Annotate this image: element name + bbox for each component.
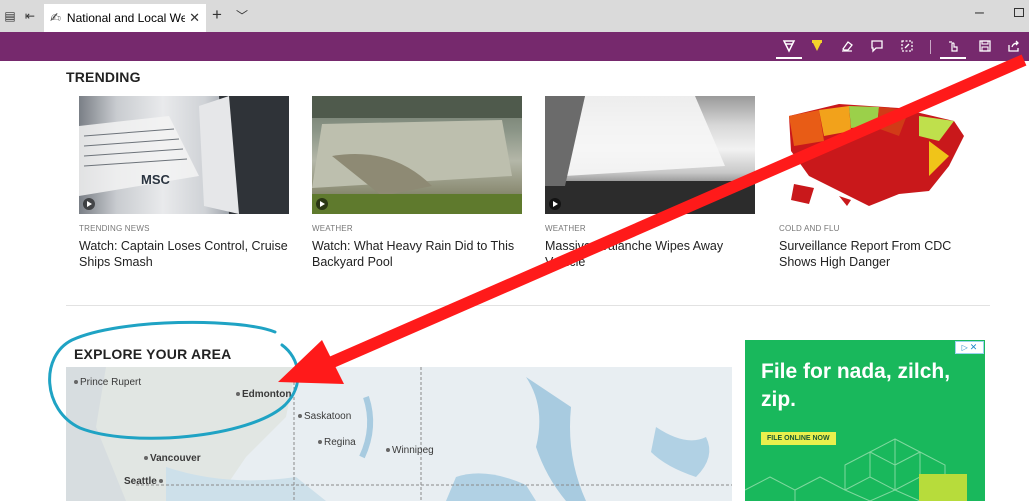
add-note-icon[interactable] (866, 36, 888, 56)
browser-tab[interactable]: ✍ National and Local Wea ✕ (44, 4, 206, 32)
tab-preview-icon[interactable]: ▤ (0, 0, 20, 32)
map-city-label: Seattle (124, 476, 165, 487)
tab-title: National and Local Wea (66, 11, 186, 25)
highlighter-icon[interactable] (806, 36, 828, 56)
pen-tool-icon[interactable] (776, 36, 802, 59)
trending-card[interactable]: WEATHER Watch: What Heavy Rain Did to Th… (312, 96, 522, 270)
section-divider (66, 305, 990, 306)
map-city-label: Saskatoon (298, 411, 351, 422)
card-category: WEATHER (545, 224, 586, 233)
cruise-ship-thumbnail[interactable]: MSC (79, 96, 289, 214)
trending-card[interactable]: COLD AND FLU Surveillance Report From CD… (779, 96, 989, 270)
card-headline[interactable]: Watch: Captain Loses Control, Cruise Shi… (79, 238, 289, 270)
card-headline[interactable]: Watch: What Heavy Rain Did to This Backy… (312, 238, 522, 270)
touch-write-icon[interactable] (940, 36, 966, 59)
ad-brand-block (919, 474, 967, 501)
trending-title: TRENDING (66, 69, 141, 85)
backyard-pool-thumbnail[interactable] (312, 96, 522, 214)
map-city-label: Edmonton (236, 389, 291, 400)
map-city-label: Regina (318, 437, 356, 448)
card-category: TRENDING NEWS (79, 224, 150, 233)
card-headline[interactable]: Surveillance Report From CDC Shows High … (779, 238, 989, 270)
avalanche-thumbnail[interactable] (545, 96, 755, 214)
map-city-label: Prince Rupert (74, 377, 141, 388)
eraser-icon[interactable] (836, 36, 858, 56)
play-icon (316, 198, 328, 210)
clip-icon[interactable] (896, 36, 918, 56)
minimize-icon[interactable]: – (975, 4, 984, 22)
web-note-toolbar (0, 32, 1029, 61)
close-icon[interactable]: ✕ (189, 10, 200, 26)
save-icon[interactable] (974, 36, 996, 56)
explore-title: EXPLORE YOUR AREA (74, 346, 232, 362)
adchoices-icon[interactable]: ▷ (962, 343, 968, 352)
ad-choices-badge[interactable]: ▷ ✕ (955, 341, 984, 354)
map-city-label: Vancouver (144, 453, 201, 464)
trending-card[interactable]: MSC TRENDING NEWS Watch: Captain Loses C… (79, 96, 289, 270)
card-headline[interactable]: Massive Avalanche Wipes Away Vehicle (545, 238, 755, 270)
regional-map[interactable]: Prince Rupert Edmonton Saskatoon Regina … (66, 367, 732, 501)
card-category: WEATHER (312, 224, 353, 233)
chevron-down-icon[interactable]: ﹀ (236, 7, 248, 24)
play-icon (549, 198, 561, 210)
set-aside-icon[interactable]: ⇤ (20, 0, 40, 32)
card-category: COLD AND FLU (779, 224, 840, 233)
map-city-label: Winnipeg (386, 445, 434, 456)
close-icon[interactable]: ✕ (970, 342, 978, 353)
share-icon[interactable] (1003, 36, 1025, 56)
trending-card[interactable]: WEATHER Massive Avalanche Wipes Away Veh… (545, 96, 755, 270)
play-icon (83, 198, 95, 210)
flu-map-thumbnail[interactable] (779, 96, 989, 214)
pen-icon: ✍ (50, 10, 61, 25)
thumbnail-overlay-text: MSC (141, 172, 171, 187)
restore-icon[interactable] (1014, 8, 1024, 17)
new-tab-icon[interactable]: + (212, 6, 222, 24)
